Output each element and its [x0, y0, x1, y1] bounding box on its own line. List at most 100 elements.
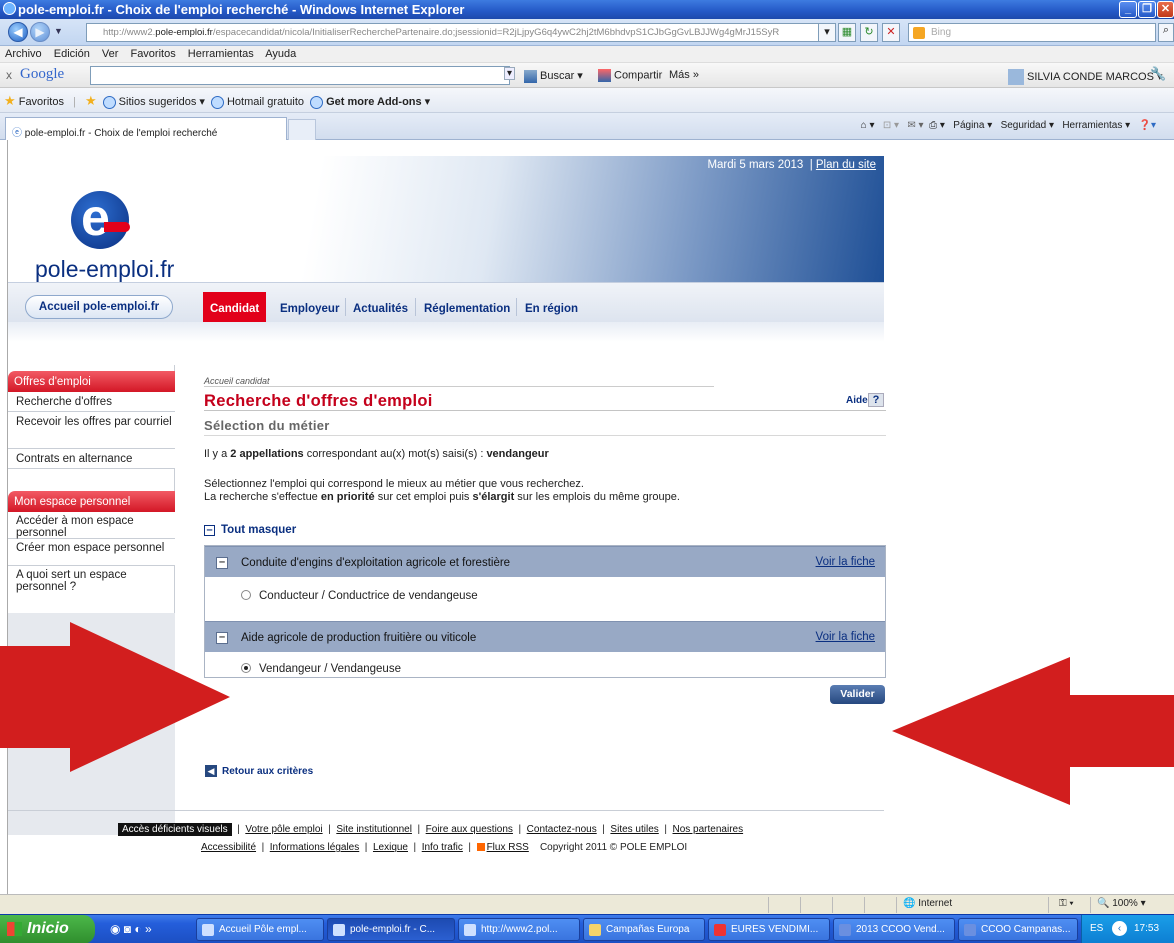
menu-ayuda[interactable]: Ayuda: [265, 48, 296, 60]
search-icon[interactable]: ⌕: [1158, 23, 1174, 42]
sidebar-item-recevoir[interactable]: Recevoir les offres par courriel: [8, 412, 175, 449]
url-dropdown-icon[interactable]: ▾: [818, 23, 836, 42]
radio-button-selected[interactable]: [241, 662, 251, 673]
nav-employeur[interactable]: Employeur: [273, 292, 346, 324]
language-indicator[interactable]: ES: [1090, 923, 1103, 934]
header-date: Mardi 5 mars 2013 | Plan du site: [707, 159, 876, 171]
plan-du-site-link[interactable]: Plan du site: [816, 159, 876, 171]
accessibility-link[interactable]: Accès déficients visuels: [118, 823, 232, 836]
mas-button[interactable]: Más »: [669, 69, 699, 81]
taskbar-item[interactable]: http://www2.pol...: [458, 918, 580, 941]
footer-link[interactable]: Foire aux questions: [426, 824, 513, 835]
wrench-icon[interactable]: 🔧: [1150, 66, 1166, 82]
sidebar-item-acceder[interactable]: Accéder à mon espace personnel: [8, 512, 175, 539]
taskbar-item[interactable]: EURES VENDIMI...: [708, 918, 830, 941]
collapse-group-icon[interactable]: –: [216, 557, 228, 569]
voir-la-fiche-link[interactable]: Voir la fiche: [816, 556, 875, 568]
zoom-control[interactable]: 🔍 100% ▾: [1090, 897, 1146, 913]
close-toolbar-icon[interactable]: x: [6, 68, 12, 82]
radio-button[interactable]: [241, 589, 251, 600]
footer-link[interactable]: Accessibilité: [201, 842, 256, 853]
home-button[interactable]: Accueil pole-emploi.fr: [25, 295, 173, 319]
footer-link[interactable]: Sites utiles: [610, 824, 658, 835]
google-search-input[interactable]: [90, 66, 510, 85]
footer-link[interactable]: Info trafic: [422, 842, 463, 853]
tab-pole-emploi[interactable]: ⓔ pole-emploi.fr - Choix de l'emploi rec…: [5, 117, 287, 140]
menu-archivo[interactable]: Archivo: [5, 48, 42, 60]
date-text: Mardi 5 mars 2013: [707, 159, 804, 171]
nav-candidat[interactable]: Candidat: [203, 292, 267, 324]
taskbar-item[interactable]: Campañas Europa: [583, 918, 705, 941]
feeds-icon[interactable]: ⊡ ▾: [883, 120, 899, 131]
menu-herramientas[interactable]: Herramientas: [188, 48, 254, 60]
menu-favoritos[interactable]: Favoritos: [130, 48, 175, 60]
tout-masquer-link[interactable]: Tout masquer: [221, 524, 296, 536]
footer-link[interactable]: Informations légales: [270, 842, 360, 853]
quicklaunch-icons[interactable]: ◉ ◙ ◐ »: [110, 922, 152, 936]
google-account-button[interactable]: SILVIA CONDE MARCOS ▾: [1008, 69, 1163, 85]
valider-button[interactable]: Valider: [830, 685, 885, 704]
compartir-icon: [598, 69, 611, 82]
instruction-line-1: Sélectionnez l'emploi qui correspond le …: [204, 478, 584, 490]
nav-reglementation[interactable]: Réglementation: [417, 292, 517, 324]
favorites-bar: ★ Favoritos | ★ Sitios sugeridos ▾ Hotma…: [0, 88, 1174, 113]
sidebar-item-contrats[interactable]: Contrats en alternance: [8, 449, 175, 469]
collapse-all-icon[interactable]: –: [204, 525, 215, 536]
favorites-button[interactable]: ★ Favoritos: [4, 93, 64, 108]
buscar-icon: [524, 69, 537, 83]
flux-rss-link[interactable]: Flux RSS: [487, 842, 529, 853]
footer-link[interactable]: Site institutionnel: [336, 824, 412, 835]
taskbar-item[interactable]: Accueil Pôle empl...: [196, 918, 324, 941]
nav-actualites[interactable]: Actualités: [346, 292, 415, 324]
sidebar-item-a-quoi-sert[interactable]: A quoi sert un espace personnel ?: [8, 566, 175, 596]
tray-expand-icon[interactable]: ‹: [1112, 921, 1127, 936]
forward-icon[interactable]: ▶: [30, 22, 50, 42]
footer-link[interactable]: Votre pôle emploi: [245, 824, 322, 835]
voir-la-fiche-link[interactable]: Voir la fiche: [816, 631, 875, 643]
compartir-button[interactable]: Compartir: [598, 69, 662, 82]
stop-icon[interactable]: ✕: [882, 23, 900, 42]
help-icon[interactable]: ?: [868, 393, 884, 407]
buscar-button[interactable]: Buscar ▾: [524, 69, 583, 83]
history-dropdown-icon[interactable]: ▼: [54, 26, 63, 36]
protected-mode-icon[interactable]: ⚿ ▾: [1048, 897, 1074, 913]
new-tab-button[interactable]: [288, 119, 316, 140]
taskbar-item[interactable]: CCOO Campanas...: [958, 918, 1078, 941]
footer-link[interactable]: Contactez-nous: [527, 824, 597, 835]
nav-en-region[interactable]: En région: [518, 292, 585, 324]
compatibility-icon[interactable]: ▦: [838, 23, 856, 42]
print-icon[interactable]: ⎙ ▾: [929, 120, 945, 131]
retour-link[interactable]: Retour aux critères: [222, 766, 313, 777]
job-option[interactable]: Vendangeur / Vendangeuse: [241, 662, 401, 675]
home-icon[interactable]: ⌂ ▾: [861, 120, 875, 131]
add-favorite-icon[interactable]: ★: [85, 93, 97, 108]
sidebar-item-recherche[interactable]: Recherche d'offres: [8, 392, 175, 412]
back-icon[interactable]: ◀: [8, 22, 28, 42]
sitios-sugeridos-link[interactable]: Sitios sugeridos: [119, 96, 197, 108]
menu-ver[interactable]: Ver: [102, 48, 119, 60]
close-button[interactable]: ✕: [1157, 1, 1174, 18]
seguridad-menu[interactable]: Seguridad ▾: [1001, 120, 1054, 131]
job-option[interactable]: Conducteur / Conductrice de vendangeuse: [241, 589, 478, 602]
minimize-button[interactable]: _: [1119, 1, 1137, 18]
maximize-button[interactable]: ❐: [1138, 1, 1156, 18]
menu-edicion[interactable]: Edición: [54, 48, 90, 60]
herramientas-menu[interactable]: Herramientas ▾: [1062, 120, 1130, 131]
start-button[interactable]: Inicio: [0, 915, 95, 943]
url-field[interactable]: http://www2.pole-emploi.fr/espacecandida…: [86, 23, 826, 42]
google-dropdown-icon[interactable]: ▾: [504, 67, 516, 80]
taskbar-item-active[interactable]: pole-emploi.fr - C...: [327, 918, 455, 941]
aide-link[interactable]: Aide: [846, 395, 868, 406]
sidebar-item-creer[interactable]: Créer mon espace personnel: [8, 539, 175, 566]
mail-icon[interactable]: ✉ ▾: [907, 120, 923, 131]
hotmail-link[interactable]: Hotmail gratuito: [227, 96, 304, 108]
breadcrumb[interactable]: Accueil candidat: [204, 376, 270, 386]
pagina-menu[interactable]: Página ▾: [953, 120, 992, 131]
get-addons-link[interactable]: Get more Add-ons: [326, 96, 422, 108]
footer-link[interactable]: Lexique: [373, 842, 408, 853]
taskbar-item[interactable]: 2013 CCOO Vend...: [833, 918, 955, 941]
refresh-icon[interactable]: ↻: [860, 23, 878, 42]
help-icon[interactable]: ❓▾: [1139, 120, 1156, 131]
footer-link[interactable]: Nos partenaires: [673, 824, 744, 835]
search-input[interactable]: Bing: [908, 23, 1156, 42]
